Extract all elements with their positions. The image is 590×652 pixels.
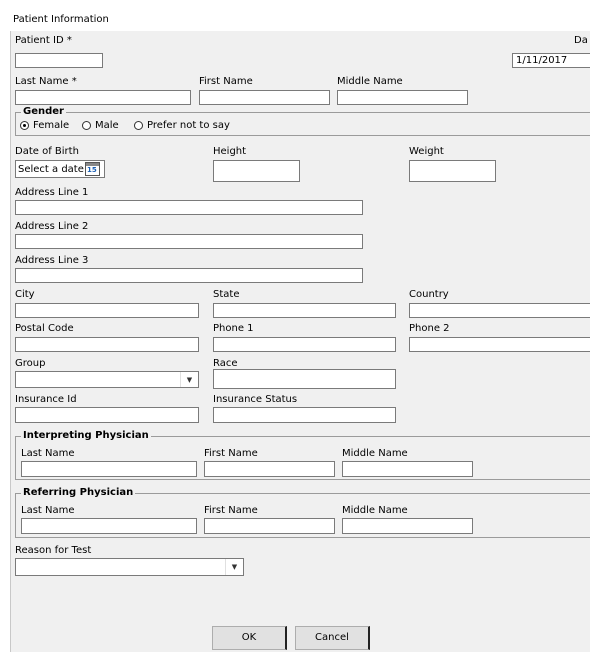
country-label: Country [409, 289, 449, 300]
dob-label: Date of Birth [15, 146, 79, 157]
chevron-down-icon[interactable]: ▼ [225, 559, 243, 575]
reason-for-test-label: Reason for Test [15, 545, 92, 556]
address-line-2-label: Address Line 2 [15, 221, 89, 232]
group-label: Group [15, 358, 46, 369]
city-label: City [15, 289, 35, 300]
middle-name-field[interactable] [337, 90, 468, 105]
chevron-down-icon[interactable]: ▼ [180, 372, 198, 387]
middle-name-label: Middle Name [337, 76, 403, 87]
patient-id-label: Patient ID * [15, 35, 72, 46]
insurance-id-label: Insurance Id [15, 394, 77, 405]
race-label: Race [213, 358, 238, 369]
gender-group: Gender Female Male Prefer not to say [15, 106, 590, 136]
gender-prefer-not-label: Prefer not to say [147, 120, 230, 131]
state-field[interactable] [213, 303, 396, 318]
phone-2-label: Phone 2 [409, 323, 450, 334]
form-panel: Patient ID * Da 1/11/2017 Last Name * Fi… [10, 31, 590, 652]
referring-last-name-field[interactable] [21, 518, 197, 534]
interpreting-first-name-label: First Name [204, 448, 258, 459]
patient-information-window: Patient Information Patient ID * Da 1/11… [0, 0, 590, 652]
height-field[interactable] [213, 160, 300, 182]
gender-female-label: Female [33, 120, 70, 131]
group-dropdown[interactable]: ▼ [15, 371, 199, 388]
interpreting-physician-group: Interpreting Physician Last Name First N… [15, 430, 590, 480]
address-line-3-field[interactable] [15, 268, 363, 283]
interpreting-physician-title: Interpreting Physician [21, 430, 151, 441]
phone-1-label: Phone 1 [213, 323, 254, 334]
address-line-3-label: Address Line 3 [15, 255, 89, 266]
gender-prefer-not-radio[interactable]: Prefer not to say [134, 120, 230, 131]
last-name-field[interactable] [15, 90, 191, 105]
interpreting-middle-name-field[interactable] [342, 461, 473, 477]
window-title: Patient Information [13, 14, 109, 25]
referring-last-name-label: Last Name [21, 505, 75, 516]
cancel-button[interactable]: Cancel [295, 626, 370, 650]
reason-for-test-dropdown[interactable]: ▼ [15, 558, 244, 576]
postal-code-label: Postal Code [15, 323, 74, 334]
race-field[interactable] [213, 369, 396, 389]
gender-female-radio[interactable]: Female [20, 120, 69, 131]
referring-middle-name-field[interactable] [342, 518, 473, 534]
dob-date-picker[interactable]: Select a date 15 [15, 160, 105, 178]
referring-first-name-label: First Name [204, 505, 258, 516]
insurance-status-label: Insurance Status [213, 394, 298, 405]
first-name-field[interactable] [199, 90, 330, 105]
address-line-2-field[interactable] [15, 234, 363, 249]
height-label: Height [213, 146, 247, 157]
referring-first-name-field[interactable] [204, 518, 335, 534]
phone-2-field[interactable] [409, 337, 590, 352]
date-value: 1/11/2017 [516, 55, 568, 66]
insurance-status-field[interactable] [213, 407, 396, 423]
state-label: State [213, 289, 240, 300]
interpreting-middle-name-label: Middle Name [342, 448, 408, 459]
interpreting-last-name-label: Last Name [21, 448, 75, 459]
dob-placeholder: Select a date [18, 164, 84, 175]
weight-label: Weight [409, 146, 444, 157]
calendar-day: 15 [87, 166, 97, 174]
calendar-icon[interactable]: 15 [85, 162, 100, 176]
address-line-1-label: Address Line 1 [15, 187, 89, 198]
date-label: Da [574, 35, 588, 46]
interpreting-first-name-field[interactable] [204, 461, 335, 477]
gender-male-label: Male [95, 120, 119, 131]
first-name-label: First Name [199, 76, 253, 87]
window-titlebar: Patient Information [10, 9, 590, 32]
gender-male-radio[interactable]: Male [82, 120, 119, 131]
radio-unselected-icon [82, 121, 91, 130]
radio-unselected-icon [134, 121, 143, 130]
address-line-1-field[interactable] [15, 200, 363, 215]
ok-button[interactable]: OK [212, 626, 287, 650]
interpreting-last-name-field[interactable] [21, 461, 197, 477]
postal-code-field[interactable] [15, 337, 199, 352]
patient-id-field[interactable] [15, 53, 103, 68]
city-field[interactable] [15, 303, 199, 318]
insurance-id-field[interactable] [15, 407, 199, 423]
weight-field[interactable] [409, 160, 496, 182]
referring-physician-title: Referring Physician [21, 487, 136, 498]
gender-group-title: Gender [21, 106, 66, 117]
radio-selected-icon [20, 121, 29, 130]
referring-middle-name-label: Middle Name [342, 505, 408, 516]
country-field[interactable] [409, 303, 590, 318]
last-name-label: Last Name * [15, 76, 77, 87]
date-field[interactable]: 1/11/2017 [512, 53, 590, 68]
phone-1-field[interactable] [213, 337, 396, 352]
referring-physician-group: Referring Physician Last Name First Name… [15, 487, 590, 538]
